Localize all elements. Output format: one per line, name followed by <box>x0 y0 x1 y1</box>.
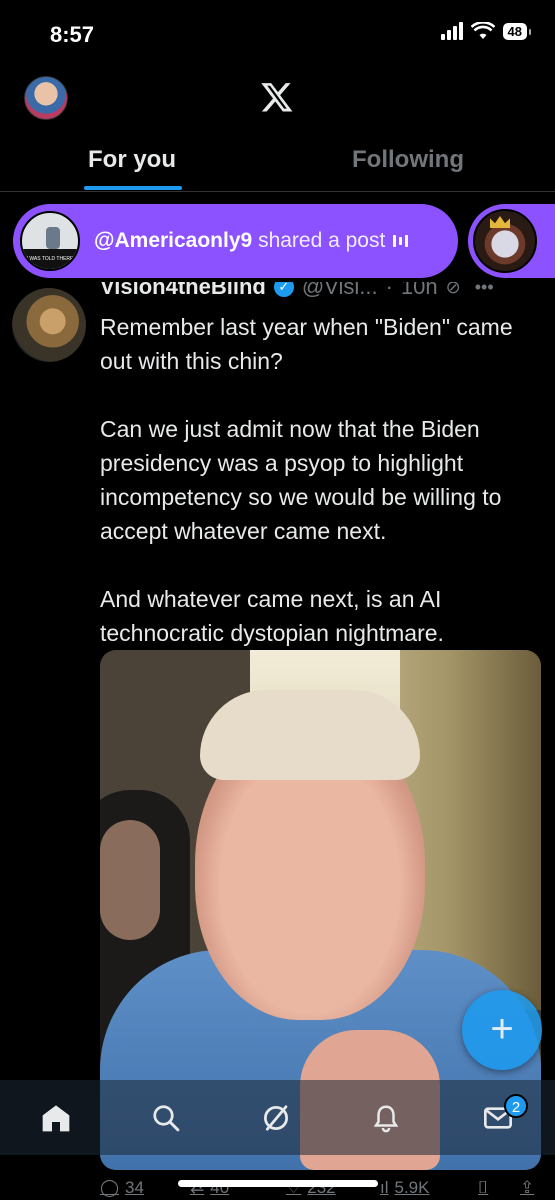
nav-notifications[interactable] <box>366 1098 406 1138</box>
audio-bars-icon <box>393 234 409 248</box>
author-handle[interactable]: @Visi... <box>302 282 378 300</box>
views-button[interactable]: ıl 5.9K <box>380 1178 429 1198</box>
views-icon: ıl <box>380 1178 389 1197</box>
reply-count: 34 <box>125 1178 144 1197</box>
bookmark-button[interactable]: ⌷ <box>478 1178 488 1198</box>
tweet-time: 10h <box>400 282 438 299</box>
battery-indicator: 48 <box>502 22 532 40</box>
compose-button[interactable]: + <box>462 990 542 1070</box>
space-text: @Americaonly9 shared a post <box>94 229 385 253</box>
tweet-header: Vision4theBlind ✓ @Visi... · 10h ⊘ ••• <box>100 282 555 302</box>
timeline-tabs: For you Following <box>0 126 555 192</box>
tab-following[interactable]: Following <box>352 146 464 174</box>
bottom-nav <box>0 1080 555 1155</box>
share-icon: ⇪ <box>520 1178 535 1197</box>
bookmark-icon: ⌷ <box>478 1178 489 1197</box>
grok-icon <box>264 1105 288 1131</box>
share-button[interactable]: ⇪ <box>520 1178 534 1198</box>
thumbnail-caption: I WAS TOLD THERE WOULD BE PEACE <box>22 249 78 269</box>
cellular-signal-icon <box>440 22 463 40</box>
tweet-paragraph: Can we just admit now that the Biden pre… <box>100 416 502 544</box>
profile-avatar[interactable] <box>24 76 68 120</box>
notifications-icon <box>373 1105 399 1133</box>
nav-home[interactable] <box>36 1098 76 1138</box>
grok-icon[interactable]: ⊘ <box>446 282 461 298</box>
view-count: 5.9K <box>394 1178 430 1197</box>
space-action: shared a post <box>258 229 386 252</box>
space-thumbnail: I WAS TOLD THERE WOULD BE PEACE <box>20 211 80 271</box>
x-logo-icon <box>261 83 293 112</box>
home-icon <box>42 1105 70 1132</box>
app-header <box>0 70 555 126</box>
wifi-icon <box>470 22 495 39</box>
more-options-icon[interactable]: ••• <box>475 282 494 298</box>
status-icons: 48 <box>440 22 532 40</box>
verified-badge-icon: ✓ <box>273 282 294 297</box>
thumbnail-figure <box>46 227 60 249</box>
nav-grok[interactable] <box>256 1098 296 1138</box>
author-name[interactable]: Vision4theBlind <box>100 282 266 300</box>
home-indicator[interactable] <box>178 1180 378 1187</box>
tweet-author-avatar[interactable] <box>12 288 86 362</box>
reply-button[interactable]: ◯ 34 <box>100 1178 144 1198</box>
space-host: @Americaonly9 <box>94 229 253 252</box>
tweet-paragraph: And whatever came next, is an AI technoc… <box>100 586 444 646</box>
nav-search[interactable] <box>146 1098 186 1138</box>
status-bar: 8:57 48 <box>0 0 555 70</box>
tweet-paragraph: Remember last year when "Biden" came out… <box>100 314 513 374</box>
header-separator: · <box>385 282 393 299</box>
tab-for-you[interactable]: For you <box>88 146 176 174</box>
space-avatar <box>473 209 537 273</box>
live-space-banner[interactable]: I WAS TOLD THERE WOULD BE PEACE @America… <box>13 204 458 278</box>
messages-badge: 2 <box>504 1094 528 1118</box>
live-space-next[interactable] <box>468 204 555 278</box>
active-tab-indicator <box>84 186 182 190</box>
status-time: 8:57 <box>50 22 95 47</box>
tweet-text: Remember last year when "Biden" came out… <box>100 310 540 650</box>
search-icon <box>153 1105 180 1132</box>
reply-icon: ◯ <box>100 1178 120 1197</box>
